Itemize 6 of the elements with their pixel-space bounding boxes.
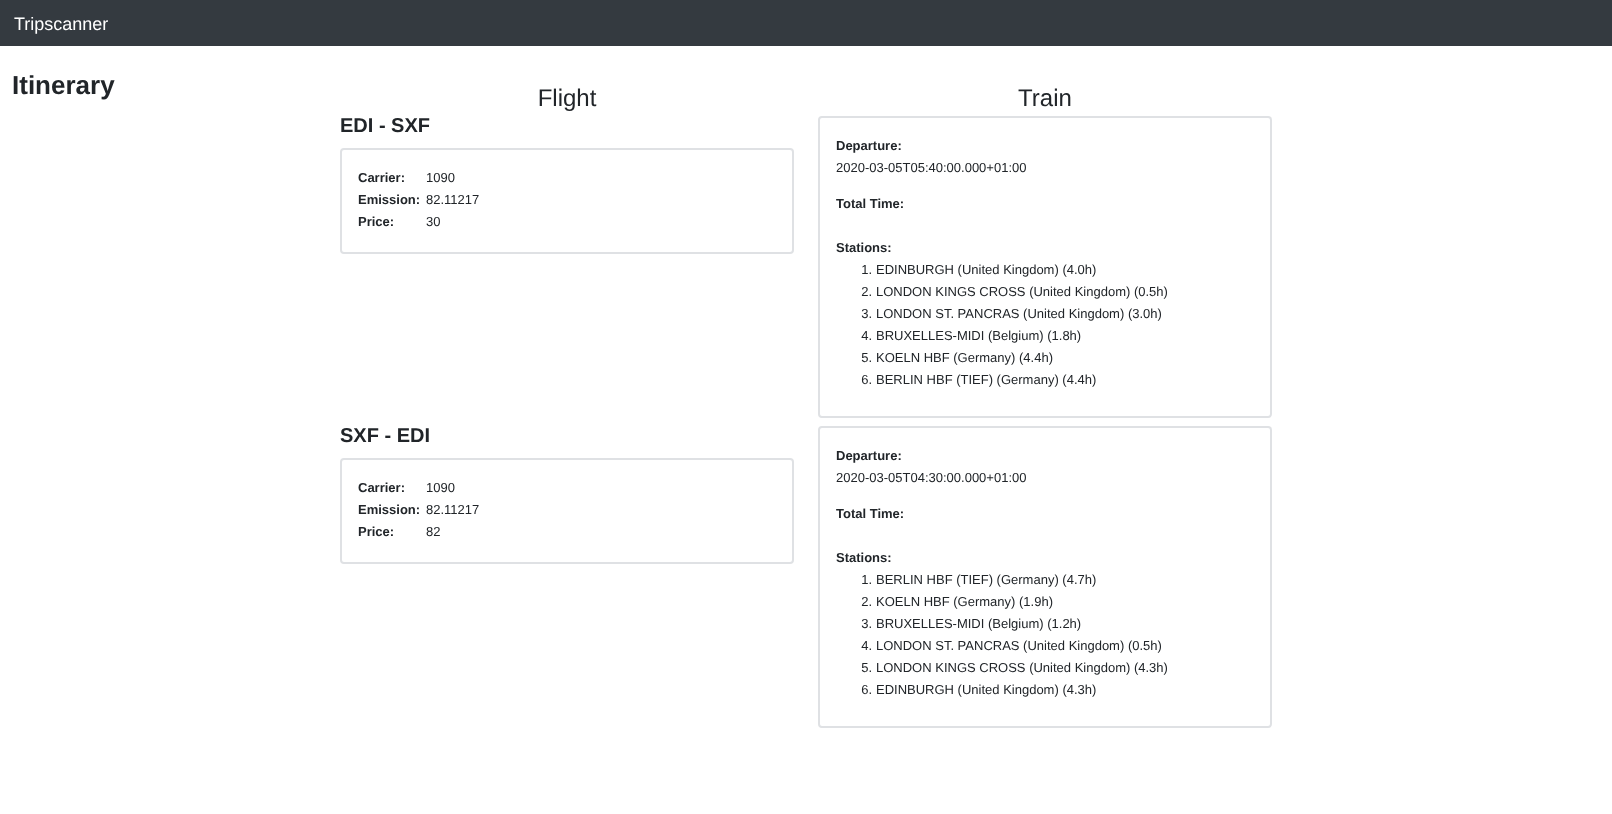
column-heading: Train [1016,84,1074,112]
page-title: Itinerary [12,70,115,100]
route-heading: SXF - EDI [340,426,433,448]
brand-link[interactable]: Tripscanner [14,13,109,33]
column-heading: Flight [535,84,599,112]
route-heading: EDI - SXF [340,116,433,138]
